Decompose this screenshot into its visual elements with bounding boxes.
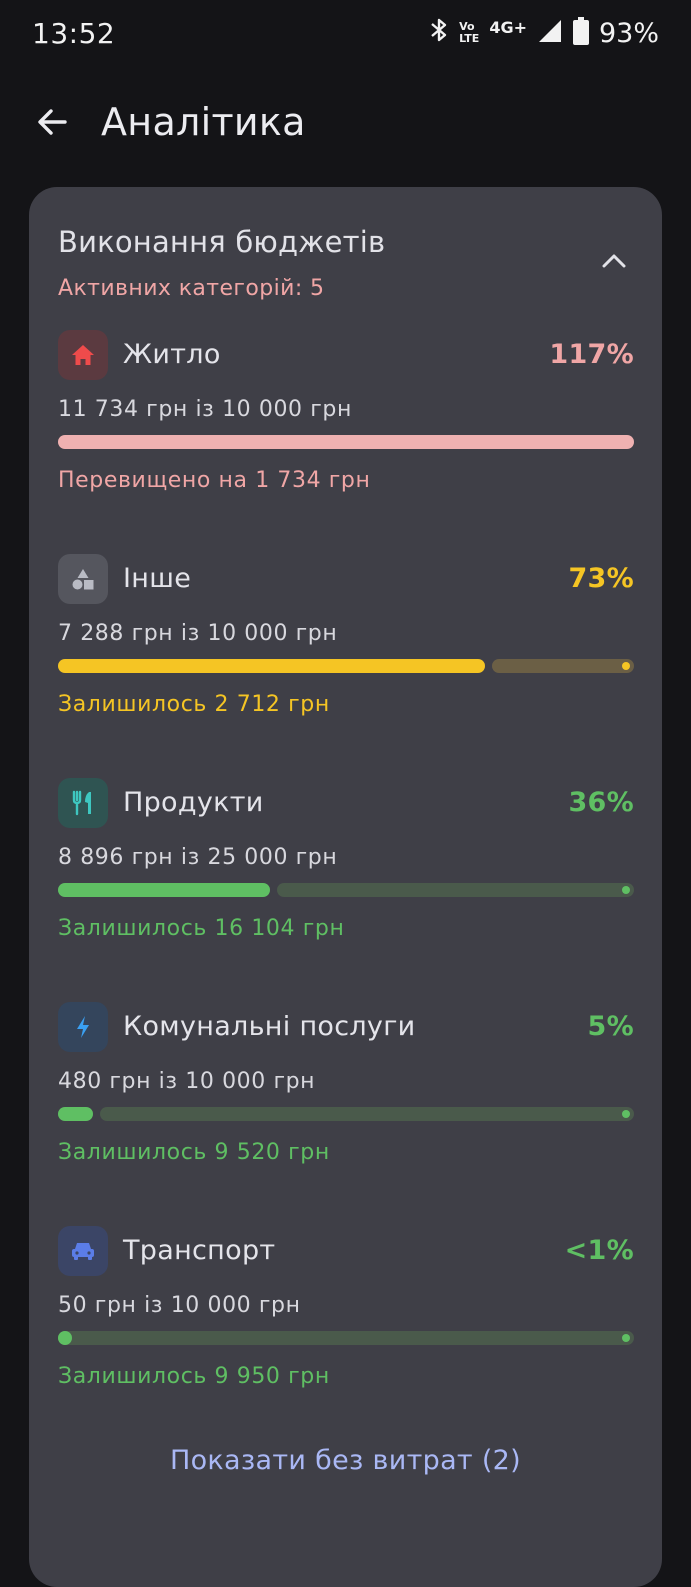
budget-progress <box>58 1331 634 1345</box>
budget-name: Житло <box>123 339 221 370</box>
progress-end-dot <box>622 1110 630 1118</box>
budget-card: Виконання бюджетів Активних категорій: 5… <box>29 187 662 1587</box>
budget-percent: 73% <box>568 563 634 594</box>
budget-percent: 5% <box>587 1011 634 1042</box>
chevron-up-icon <box>602 254 626 268</box>
collapse-button[interactable] <box>594 241 634 281</box>
progress-end-dot <box>622 1334 630 1342</box>
progress-remaining <box>100 1107 634 1121</box>
progress-end-dot <box>622 662 630 670</box>
bolt-icon <box>58 1002 108 1052</box>
active-categories-count: Активних категорій: 5 <box>58 276 325 301</box>
status-icons: Vo LTE 4G+ 93% <box>429 17 659 49</box>
home-icon <box>58 330 108 380</box>
card-title: Виконання бюджетів <box>58 225 386 259</box>
progress-fill <box>58 883 270 897</box>
budget-name: Продукти <box>123 787 264 818</box>
arrow-back-icon <box>38 109 67 135</box>
budget-progress <box>58 659 634 673</box>
budget-percent: 117% <box>549 339 634 370</box>
signal-icon <box>537 18 563 48</box>
budget-item-housing[interactable]: Житло 117% 11 734 грн із 10 000 грн Пере… <box>58 330 634 530</box>
volte-bottom: LTE <box>459 32 480 45</box>
budget-name: Інше <box>123 563 192 594</box>
budget-note: Перевищено на 1 734 грн <box>58 468 371 493</box>
budget-item-transport[interactable]: Транспорт <1% 50 грн із 10 000 грн Залиш… <box>58 1226 634 1426</box>
progress-fill <box>58 435 634 449</box>
budget-progress <box>58 435 634 449</box>
budget-amount: 50 грн із 10 000 грн <box>58 1293 301 1318</box>
progress-remaining <box>492 659 634 673</box>
budget-percent: <1% <box>564 1235 634 1266</box>
progress-remaining <box>58 1331 634 1345</box>
bluetooth-icon <box>429 17 449 49</box>
budget-note: Залишилось 9 520 грн <box>58 1140 330 1165</box>
progress-fill <box>58 1331 72 1345</box>
progress-fill <box>58 659 485 673</box>
battery-icon <box>572 17 589 49</box>
car-icon <box>58 1226 108 1276</box>
progress-remaining <box>277 883 634 897</box>
restaurant-icon <box>58 778 108 828</box>
page-title: Аналітика <box>101 100 306 144</box>
budget-amount: 480 грн із 10 000 грн <box>58 1069 316 1094</box>
budget-note: Залишилось 2 712 грн <box>58 692 330 717</box>
budget-amount: 8 896 грн із 25 000 грн <box>58 845 338 870</box>
network-type: 4G+ <box>489 17 527 37</box>
app-bar: Аналітика <box>0 86 691 166</box>
shapes-icon <box>58 554 108 604</box>
budget-amount: 11 734 грн із 10 000 грн <box>58 397 352 422</box>
budget-progress <box>58 1107 634 1121</box>
back-button[interactable] <box>30 100 74 144</box>
budget-note: Залишилось 9 950 грн <box>58 1364 330 1389</box>
battery-percent: 93% <box>598 17 659 49</box>
budget-item-utilities[interactable]: Комунальні послуги 5% 480 грн із 10 000 … <box>58 1002 634 1202</box>
show-without-expenses-button[interactable]: Показати без витрат (2) <box>29 1445 662 1476</box>
budget-percent: 36% <box>568 787 634 818</box>
budget-item-groceries[interactable]: Продукти 36% 8 896 грн із 25 000 грн Зал… <box>58 778 634 978</box>
budget-progress <box>58 883 634 897</box>
budget-note: Залишилось 16 104 грн <box>58 916 345 941</box>
progress-end-dot <box>622 886 630 894</box>
status-time: 13:52 <box>32 16 116 50</box>
volte-icon: Vo LTE <box>459 21 479 45</box>
budget-name: Комунальні послуги <box>123 1011 416 1042</box>
budget-amount: 7 288 грн із 10 000 грн <box>58 621 338 646</box>
budget-name: Транспорт <box>123 1235 276 1266</box>
status-bar: 13:52 Vo LTE 4G+ 93% <box>0 0 691 66</box>
progress-fill <box>58 1107 93 1121</box>
budget-item-other[interactable]: Інше 73% 7 288 грн із 10 000 грн Залишил… <box>58 554 634 754</box>
